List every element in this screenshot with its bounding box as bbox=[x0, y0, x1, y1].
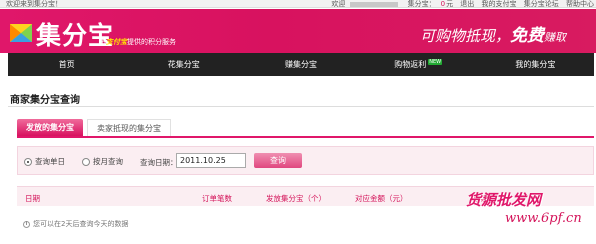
nav-label: 购物返利 bbox=[394, 60, 427, 69]
nav-label: 赚集分宝 bbox=[285, 60, 317, 69]
main-nav: 首页 花集分宝 赚集分宝 购物返利 NEW 我的集分宝 bbox=[8, 53, 594, 76]
tab-underline bbox=[17, 136, 594, 138]
col-date: 日期 bbox=[25, 194, 40, 203]
nav-item-spend[interactable]: 花集分宝 bbox=[125, 53, 242, 76]
username-masked bbox=[350, 1, 399, 7]
slogan-part2: 免费 bbox=[510, 26, 545, 46]
watermark-text: 货源批发网 bbox=[466, 191, 542, 209]
logo-subtitle: 由支付宝提供的积分服务 bbox=[99, 37, 176, 47]
radio-by-month[interactable]: 按月查询 bbox=[82, 156, 123, 167]
points-value: 0 bbox=[440, 0, 446, 8]
col-amount: 对应金额（元） bbox=[355, 194, 408, 203]
new-badge: NEW bbox=[428, 59, 443, 65]
page-title: 商家集分宝查询 bbox=[10, 95, 80, 106]
empty-message-text: 您可以在2天后查询今天的数据 bbox=[33, 220, 129, 228]
my-alipay-link[interactable]: 我的支付宝 bbox=[482, 0, 517, 7]
empty-message: i 您可以在2天后查询今天的数据 bbox=[23, 219, 128, 229]
tab-bar: 发放的集分宝 卖家抵现的集分宝 bbox=[17, 119, 171, 136]
query-button[interactable]: 查询 bbox=[254, 153, 302, 168]
watermark-url: www.6pf.cn bbox=[505, 211, 582, 226]
radio-label: 查询单日 bbox=[35, 157, 65, 166]
nav-item-home[interactable]: 首页 bbox=[8, 53, 125, 76]
nav-item-earn[interactable]: 赚集分宝 bbox=[242, 53, 359, 76]
date-field[interactable]: 2011.10.25 bbox=[176, 153, 246, 168]
col-order-count: 订单笔数 bbox=[202, 194, 232, 203]
top-bar: 欢迎来到集分宝！ 欢迎 集分宝： 0元 退出 我的支付宝 集分宝论坛 帮助中心 bbox=[0, 0, 596, 8]
header-slogan: 可购物抵现，免费赚取 bbox=[420, 21, 566, 46]
nav-label: 花集分宝 bbox=[167, 60, 200, 69]
nav-item-rebate[interactable]: 购物返利 NEW bbox=[360, 53, 477, 76]
nav-item-my[interactable]: 我的集分宝 bbox=[477, 53, 594, 76]
logo-sub-prefix: 由 bbox=[99, 38, 106, 46]
forum-link[interactable]: 集分宝论坛 bbox=[524, 0, 559, 7]
col-issued-points: 发放集分宝（个） bbox=[266, 194, 326, 203]
site-header: 集分宝 由支付宝提供的积分服务 可购物抵现，免费赚取 bbox=[0, 9, 596, 53]
slogan-part1: 可购物抵现， bbox=[420, 27, 511, 45]
logo-sub-suffix: 提供的积分服务 bbox=[127, 38, 176, 46]
logout-link[interactable]: 退出 bbox=[460, 0, 474, 7]
points-unit: 元 bbox=[446, 0, 454, 8]
logo-icon[interactable] bbox=[9, 23, 33, 43]
divider bbox=[8, 106, 594, 107]
radio-dot[interactable] bbox=[82, 157, 90, 166]
help-link[interactable]: 帮助中心 bbox=[566, 0, 594, 7]
tab-issued[interactable]: 发放的集分宝 bbox=[17, 119, 83, 136]
nav-label: 首页 bbox=[58, 60, 75, 69]
alipay-brand: 支付宝 bbox=[106, 38, 127, 46]
points-label: 集分宝： bbox=[407, 0, 436, 8]
welcome-user-label: 欢迎 bbox=[331, 0, 346, 8]
top-bar-right: 欢迎 集分宝： 0元 退出 我的支付宝 集分宝论坛 帮助中心 bbox=[326, 0, 594, 8]
radio-dot-checked[interactable] bbox=[24, 157, 32, 166]
info-icon: i bbox=[23, 220, 30, 228]
nav-label: 我的集分宝 bbox=[515, 60, 556, 69]
radio-label: 按月查询 bbox=[93, 157, 123, 166]
date-label: 查询日期： bbox=[140, 158, 178, 167]
query-panel: 查询单日 按月查询 查询日期： 2011.10.25 查询 bbox=[17, 146, 594, 175]
radio-single-day[interactable]: 查询单日 bbox=[24, 156, 65, 167]
welcome-text: 欢迎来到集分宝！ bbox=[6, 0, 62, 8]
tab-seller-redeemed[interactable]: 卖家抵现的集分宝 bbox=[87, 119, 171, 136]
slogan-part3: 赚取 bbox=[544, 31, 567, 44]
